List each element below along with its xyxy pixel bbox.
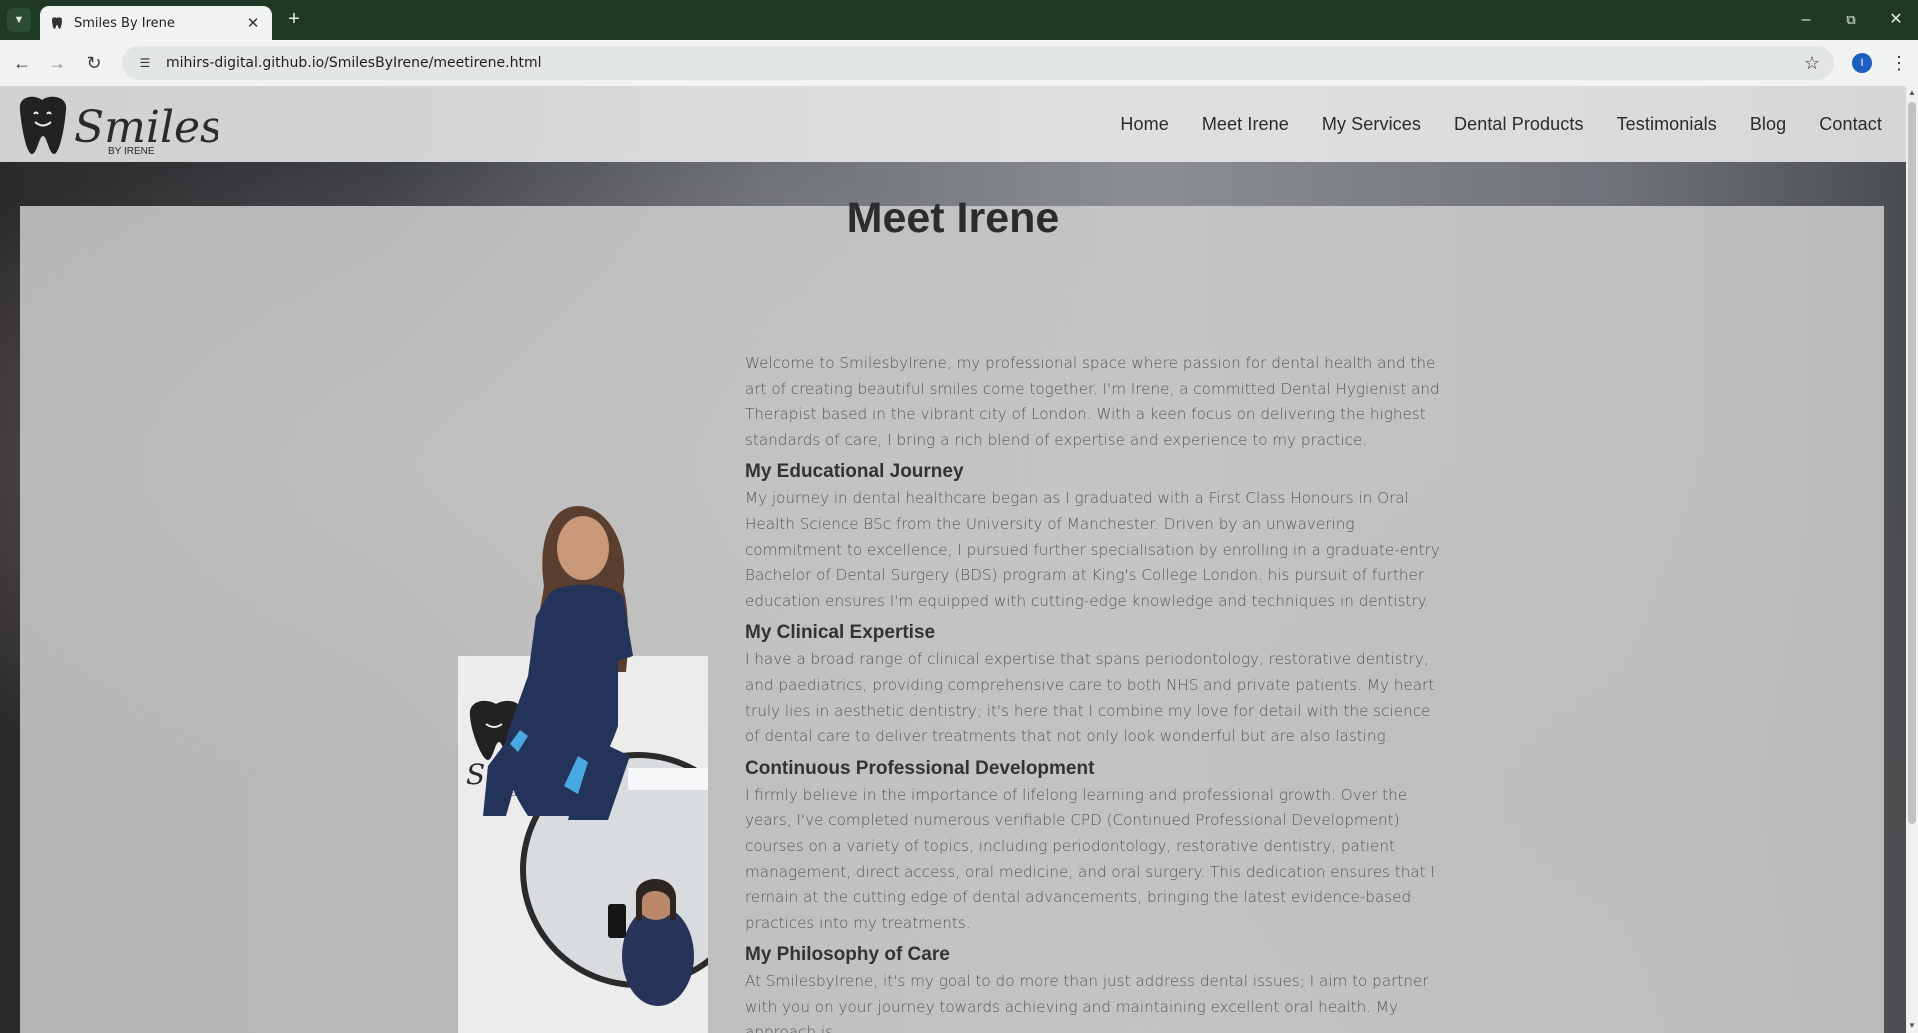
nav-home[interactable]: Home (1120, 114, 1168, 135)
reload-icon[interactable]: ↻ (82, 51, 106, 75)
close-tab-icon[interactable]: ✕ (244, 14, 262, 32)
page-viewport: Smiles BY IRENE Home Meet Irene My Servi… (0, 86, 1906, 1033)
section-body: I have a broad range of clinical experti… (745, 650, 1435, 746)
close-window-icon[interactable]: ✕ (1881, 8, 1911, 32)
address-bar[interactable]: ☰ mihirs-digital.github.io/SmilesByIrene… (122, 46, 1834, 80)
back-arrow-icon[interactable]: ← (10, 51, 34, 75)
page-title: Meet Irene (846, 194, 1060, 242)
section-heading: My Clinical Expertise (745, 622, 936, 644)
restore-icon[interactable]: ⧉ (1836, 8, 1866, 32)
irene-portrait-image (483, 506, 633, 820)
nav-contact[interactable]: Contact (1819, 114, 1882, 135)
scrollbar-thumb[interactable] (1908, 102, 1916, 824)
browser-toolbar: ← → ↻ ☰ mihirs-digital.github.io/SmilesB… (0, 40, 1918, 86)
site-header: Smiles BY IRENE Home Meet Irene My Servi… (0, 86, 1906, 162)
new-tab-button[interactable]: + (282, 8, 306, 32)
url-text[interactable]: mihirs-digital.github.io/SmilesByIrene/m… (166, 55, 542, 71)
bio-text: Welcome to SmilesbyIrene, my professiona… (745, 351, 1445, 1033)
site-info-icon[interactable]: ☰ (134, 52, 156, 74)
scroll-up-icon[interactable]: ▲ (1906, 86, 1918, 100)
nav-meet-irene[interactable]: Meet Irene (1202, 114, 1289, 135)
section-body: My journey in dental healthcare began as… (745, 489, 1440, 610)
browser-menu-icon[interactable]: ⋮ (1890, 52, 1908, 74)
forward-arrow-icon[interactable]: → (45, 51, 69, 75)
section-heading: My Philosophy of Care (745, 944, 950, 966)
svg-text:BY IRENE: BY IRENE (108, 146, 155, 157)
bookmark-star-icon[interactable]: ☆ (1801, 52, 1823, 74)
section-heading: Continuous Professional Development (745, 757, 1095, 779)
tooth-favicon-icon (52, 17, 62, 29)
profile-avatar[interactable]: I (1852, 53, 1872, 73)
tooth-logo-icon (19, 96, 67, 154)
intro-paragraph: Welcome to SmilesbyIrene, my professiona… (745, 354, 1440, 449)
scroll-down-icon[interactable]: ▼ (1906, 1019, 1918, 1033)
minimize-icon[interactable]: – (1791, 8, 1821, 32)
section-heading: My Educational Journey (745, 461, 964, 483)
page-scrollbar[interactable]: ▲ ▼ (1906, 86, 1918, 1033)
nav-my-services[interactable]: My Services (1322, 114, 1421, 135)
smiles-by-irene-logo[interactable]: Smiles BY IRENE (16, 92, 218, 158)
section-body: I firmly believe in the importance of li… (745, 785, 1435, 932)
section-body: At SmilesbyIrene, it's my goal to do mor… (745, 972, 1429, 1033)
browser-tab[interactable]: Smiles By Irene ✕ (40, 6, 272, 40)
nav-blog[interactable]: Blog (1750, 114, 1786, 135)
browser-tab-bar: ▼ Smiles By Irene ✕ + – ⧉ ✕ (0, 0, 1918, 40)
nav-testimonials[interactable]: Testimonials (1617, 114, 1717, 135)
nav-dental-products[interactable]: Dental Products (1454, 114, 1584, 135)
tab-title: Smiles By Irene (74, 15, 175, 31)
main-nav: Home Meet Irene My Services Dental Produ… (1120, 86, 1882, 162)
tab-search-button[interactable]: ▼ (7, 8, 31, 32)
